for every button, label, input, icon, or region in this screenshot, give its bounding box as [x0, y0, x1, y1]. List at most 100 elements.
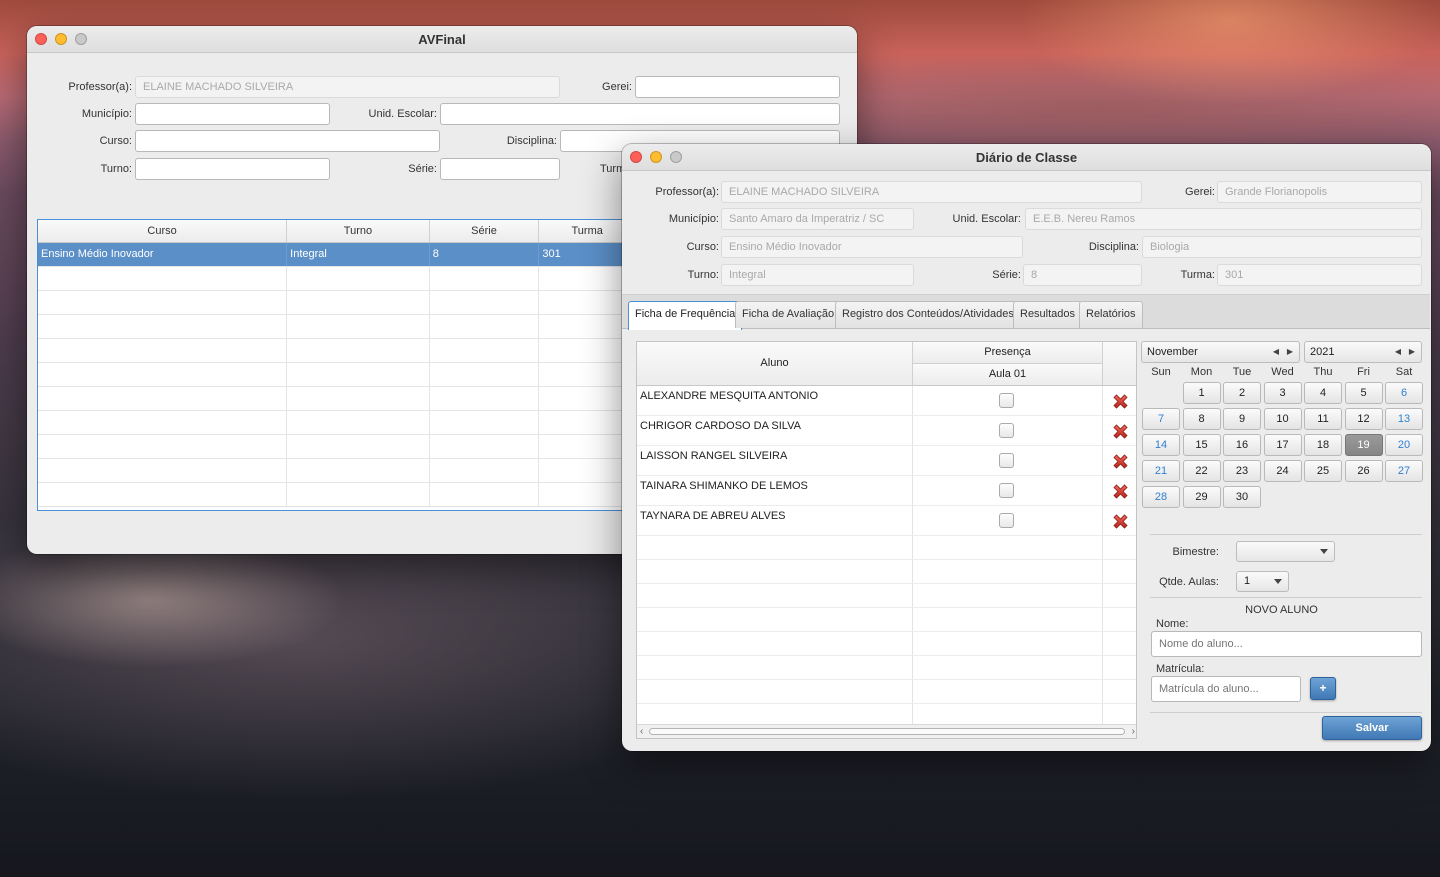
turno-field[interactable]: Integral — [721, 264, 914, 286]
matricula-input[interactable] — [1151, 676, 1301, 702]
table-row[interactable] — [38, 459, 636, 483]
tab-relatorios[interactable]: Relatórios — [1079, 301, 1143, 328]
col-header-curso[interactable]: Curso — [38, 220, 288, 242]
tab-ficha-avaliacao[interactable]: Ficha de Avaliação — [735, 301, 842, 328]
serie-field[interactable]: 8 — [1023, 264, 1142, 286]
calendar-day[interactable]: 27 — [1385, 460, 1423, 482]
col-header-turno[interactable]: Turno — [287, 220, 430, 242]
delete-student-icon[interactable] — [1112, 513, 1129, 530]
diario-titlebar[interactable]: Diário de Classe — [622, 144, 1431, 171]
close-window-icon[interactable] — [35, 33, 47, 45]
calendar-day[interactable]: 16 — [1223, 434, 1261, 456]
presence-checkbox[interactable] — [999, 483, 1014, 498]
table-row[interactable] — [38, 411, 636, 435]
calendar-day[interactable]: 1 — [1182, 382, 1221, 404]
table-row[interactable] — [38, 291, 636, 315]
tab-resultados[interactable]: Resultados — [1013, 301, 1083, 328]
month-spinner[interactable]: November ◀ ▶ — [1141, 341, 1300, 363]
save-button[interactable]: Salvar — [1322, 716, 1422, 740]
table-row[interactable] — [38, 267, 636, 291]
municipio-field[interactable] — [135, 103, 330, 125]
professor-field[interactable]: ELAINE MACHADO SILVEIRA — [135, 76, 560, 98]
calendar-day[interactable]: 22 — [1182, 460, 1221, 482]
calendar-day[interactable]: 10 — [1263, 408, 1302, 430]
municipio-field[interactable]: Santo Amaro da Imperatriz / SC — [721, 208, 914, 230]
calendar-day[interactable]: 28 — [1142, 486, 1180, 508]
unid-escolar-field[interactable] — [440, 103, 840, 125]
col-header-serie[interactable]: Série — [430, 220, 540, 242]
calendar-day[interactable]: 26 — [1344, 460, 1383, 482]
student-row[interactable]: TAINARA SHIMANKO DE LEMOS — [637, 476, 1136, 506]
calendar-day[interactable]: 17 — [1263, 434, 1302, 456]
calendar-day[interactable]: 11 — [1304, 408, 1342, 430]
table-row[interactable]: Ensino Médio Inovador Integral 8 301 — [38, 243, 636, 267]
zoom-window-icon[interactable] — [670, 151, 682, 163]
col-header-aluno[interactable]: Aluno — [637, 342, 913, 386]
serie-field[interactable] — [440, 158, 560, 180]
tab-registro-conteudos[interactable]: Registro dos Conteúdos/Atividades — [835, 301, 1021, 328]
table-row[interactable] — [38, 387, 636, 411]
calendar-day[interactable]: 3 — [1263, 382, 1302, 404]
calendar-day[interactable]: 6 — [1385, 382, 1423, 404]
add-student-button[interactable]: + — [1310, 677, 1336, 700]
bimestre-select[interactable] — [1236, 541, 1335, 562]
next-year-icon[interactable]: ▶ — [1409, 342, 1415, 362]
calendar-day[interactable]: 19 — [1344, 434, 1383, 456]
table-row[interactable] — [38, 483, 636, 507]
calendar-day[interactable]: 14 — [1142, 434, 1180, 456]
zoom-window-icon[interactable] — [75, 33, 87, 45]
calendar-day[interactable]: 30 — [1223, 486, 1261, 508]
calendar-day[interactable]: 8 — [1182, 408, 1221, 430]
scrollbar-thumb[interactable] — [649, 728, 1125, 735]
scroll-right-icon[interactable]: › — [1132, 725, 1135, 738]
unid-escolar-field[interactable]: E.E.B. Nereu Ramos — [1025, 208, 1422, 230]
delete-student-icon[interactable] — [1112, 453, 1129, 470]
student-row[interactable]: TAYNARA DE ABREU ALVES — [637, 506, 1136, 536]
delete-student-icon[interactable] — [1112, 483, 1129, 500]
turmas-table[interactable]: Curso Turno Série Turma Ensino Médio Ino… — [37, 219, 637, 511]
curso-field[interactable]: Ensino Médio Inovador — [721, 236, 1023, 258]
turma-field[interactable]: 301 — [1217, 264, 1422, 286]
presence-checkbox[interactable] — [999, 393, 1014, 408]
delete-student-icon[interactable] — [1112, 393, 1129, 410]
nome-input[interactable] — [1151, 631, 1422, 657]
calendar-day[interactable]: 13 — [1385, 408, 1423, 430]
calendar-day[interactable]: 7 — [1142, 408, 1180, 430]
scroll-left-icon[interactable]: ‹ — [640, 725, 643, 738]
calendar-day[interactable]: 20 — [1385, 434, 1423, 456]
disciplina-field[interactable]: Biologia — [1142, 236, 1422, 258]
prev-month-icon[interactable]: ◀ — [1273, 342, 1279, 362]
attendance-table[interactable]: Aluno Presença Aula 01 ALEXANDRE MESQUIT… — [636, 341, 1137, 739]
horizontal-scrollbar[interactable]: ‹ › — [637, 724, 1136, 738]
year-spinner[interactable]: 2021 ◀ ▶ — [1304, 341, 1422, 363]
presence-checkbox[interactable] — [999, 423, 1014, 438]
calendar-day[interactable]: 15 — [1182, 434, 1221, 456]
minimize-window-icon[interactable] — [650, 151, 662, 163]
calendar-day[interactable]: 23 — [1223, 460, 1261, 482]
close-window-icon[interactable] — [630, 151, 642, 163]
table-row[interactable] — [38, 363, 636, 387]
tab-ficha-frequencia[interactable]: Ficha de Frequência — [628, 301, 743, 330]
calendar-day[interactable]: 29 — [1182, 486, 1221, 508]
calendar-day[interactable]: 5 — [1344, 382, 1383, 404]
curso-field[interactable] — [135, 130, 440, 152]
presence-checkbox[interactable] — [999, 513, 1014, 528]
calendar-day[interactable]: 25 — [1304, 460, 1342, 482]
student-row[interactable]: LAISSON RANGEL SILVEIRA — [637, 446, 1136, 476]
delete-student-icon[interactable] — [1112, 423, 1129, 440]
prev-year-icon[interactable]: ◀ — [1395, 342, 1401, 362]
calendar-day[interactable]: 12 — [1344, 408, 1383, 430]
calendar-day[interactable]: 21 — [1142, 460, 1180, 482]
minimize-window-icon[interactable] — [55, 33, 67, 45]
table-row[interactable] — [38, 339, 636, 363]
professor-field[interactable]: ELAINE MACHADO SILVEIRA — [721, 181, 1142, 203]
next-month-icon[interactable]: ▶ — [1287, 342, 1293, 362]
calendar-day[interactable]: 18 — [1304, 434, 1342, 456]
qtde-aulas-select[interactable]: 1 — [1236, 571, 1289, 592]
presence-checkbox[interactable] — [999, 453, 1014, 468]
calendar-day[interactable]: 2 — [1223, 382, 1261, 404]
turno-field[interactable] — [135, 158, 330, 180]
calendar-day[interactable]: 4 — [1304, 382, 1342, 404]
table-row[interactable] — [38, 315, 636, 339]
calendar-day[interactable]: 9 — [1223, 408, 1261, 430]
